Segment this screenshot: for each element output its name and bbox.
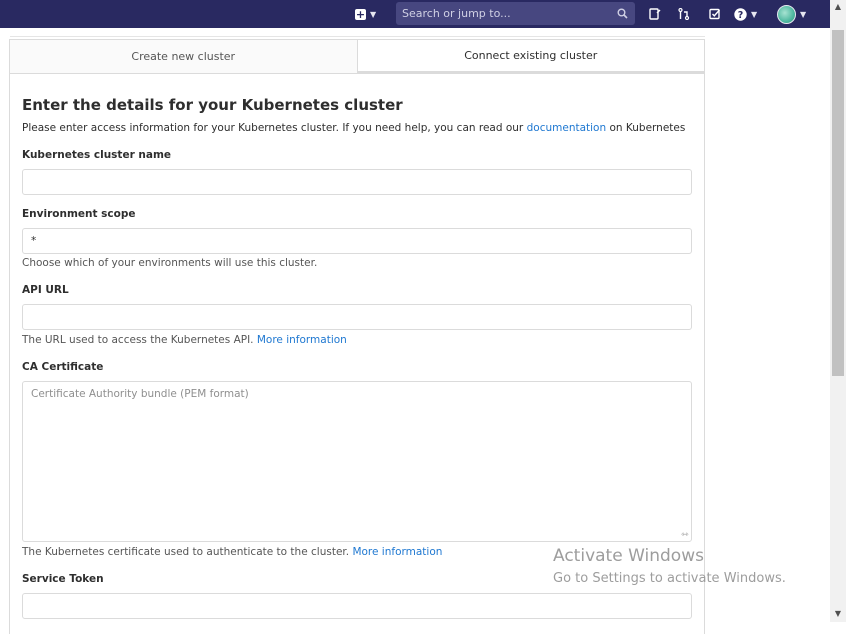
search-box[interactable] bbox=[396, 2, 635, 25]
scroll-down-arrow-icon[interactable]: ▼ bbox=[830, 607, 846, 621]
issues-button[interactable] bbox=[708, 4, 722, 24]
intro-text-suffix: on Kubernetes bbox=[609, 122, 686, 134]
search-input[interactable] bbox=[396, 2, 612, 25]
activate-windows-subtitle: Go to Settings to activate Windows. bbox=[553, 571, 786, 586]
issues-check-icon bbox=[709, 8, 721, 20]
service-token-input[interactable] bbox=[22, 593, 692, 619]
cluster-name-label: Kubernetes cluster name bbox=[22, 149, 172, 161]
merge-request-icon bbox=[678, 8, 690, 20]
intro-text: Please enter access information for your… bbox=[22, 122, 685, 134]
scroll-up-arrow-icon[interactable]: ▲ bbox=[830, 0, 846, 14]
api-url-help: The URL used to access the Kubernetes AP… bbox=[22, 334, 347, 346]
divider bbox=[10, 36, 705, 37]
search-icon bbox=[617, 8, 628, 19]
todo-icon bbox=[649, 8, 661, 20]
plus-icon: + bbox=[355, 7, 366, 21]
help-dropdown-button[interactable]: ? ▼ bbox=[734, 4, 757, 24]
new-dropdown-button[interactable]: + ▼ bbox=[355, 4, 376, 24]
cluster-name-input[interactable] bbox=[22, 169, 692, 195]
chevron-down-icon: ▼ bbox=[370, 9, 377, 19]
intro-text-body: Please enter access information for your… bbox=[22, 122, 524, 134]
environment-scope-input[interactable] bbox=[22, 228, 692, 254]
tab-create-new-cluster[interactable]: Create new cluster bbox=[10, 40, 357, 73]
documentation-link[interactable]: documentation bbox=[527, 122, 607, 134]
environment-scope-help: Choose which of your environments will u… bbox=[22, 257, 318, 269]
environment-scope-label: Environment scope bbox=[22, 208, 136, 220]
api-url-label: API URL bbox=[22, 284, 69, 296]
vertical-scrollbar[interactable]: ▲ ▼ bbox=[830, 0, 846, 622]
cluster-tabs: Create new cluster Connect existing clus… bbox=[9, 39, 705, 74]
api-url-help-text: The URL used to access the Kubernetes AP… bbox=[22, 334, 254, 346]
user-menu-button[interactable]: ▼ bbox=[777, 4, 806, 24]
top-navbar: + ▼ ? ▼ ▼ bbox=[0, 0, 830, 28]
svg-text:?: ? bbox=[738, 10, 744, 21]
merge-requests-button[interactable] bbox=[677, 4, 691, 24]
ca-certificate-textarea[interactable] bbox=[22, 381, 692, 542]
service-token-label: Service Token bbox=[22, 573, 104, 585]
chevron-down-icon: ▼ bbox=[751, 9, 758, 19]
page-title: Enter the details for your Kubernetes cl… bbox=[22, 96, 403, 114]
ca-certificate-help-text: The Kubernetes certificate used to authe… bbox=[22, 546, 350, 558]
api-url-more-info-link[interactable]: More information bbox=[257, 334, 347, 346]
tab-connect-existing-cluster[interactable]: Connect existing cluster bbox=[356, 40, 704, 73]
activate-windows-title: Activate Windows bbox=[553, 546, 704, 566]
api-url-input[interactable] bbox=[22, 304, 692, 330]
todo-button[interactable] bbox=[648, 4, 662, 24]
ca-certificate-help: The Kubernetes certificate used to authe… bbox=[22, 546, 442, 558]
scrollbar-thumb[interactable] bbox=[832, 30, 844, 376]
avatar bbox=[777, 4, 796, 24]
ca-certificate-label: CA Certificate bbox=[22, 361, 104, 373]
resize-grip-icon[interactable]: ⇿ bbox=[681, 531, 690, 540]
help-icon: ? bbox=[734, 7, 747, 21]
ca-certificate-more-info-link[interactable]: More information bbox=[352, 546, 442, 558]
chevron-down-icon: ▼ bbox=[800, 9, 807, 19]
